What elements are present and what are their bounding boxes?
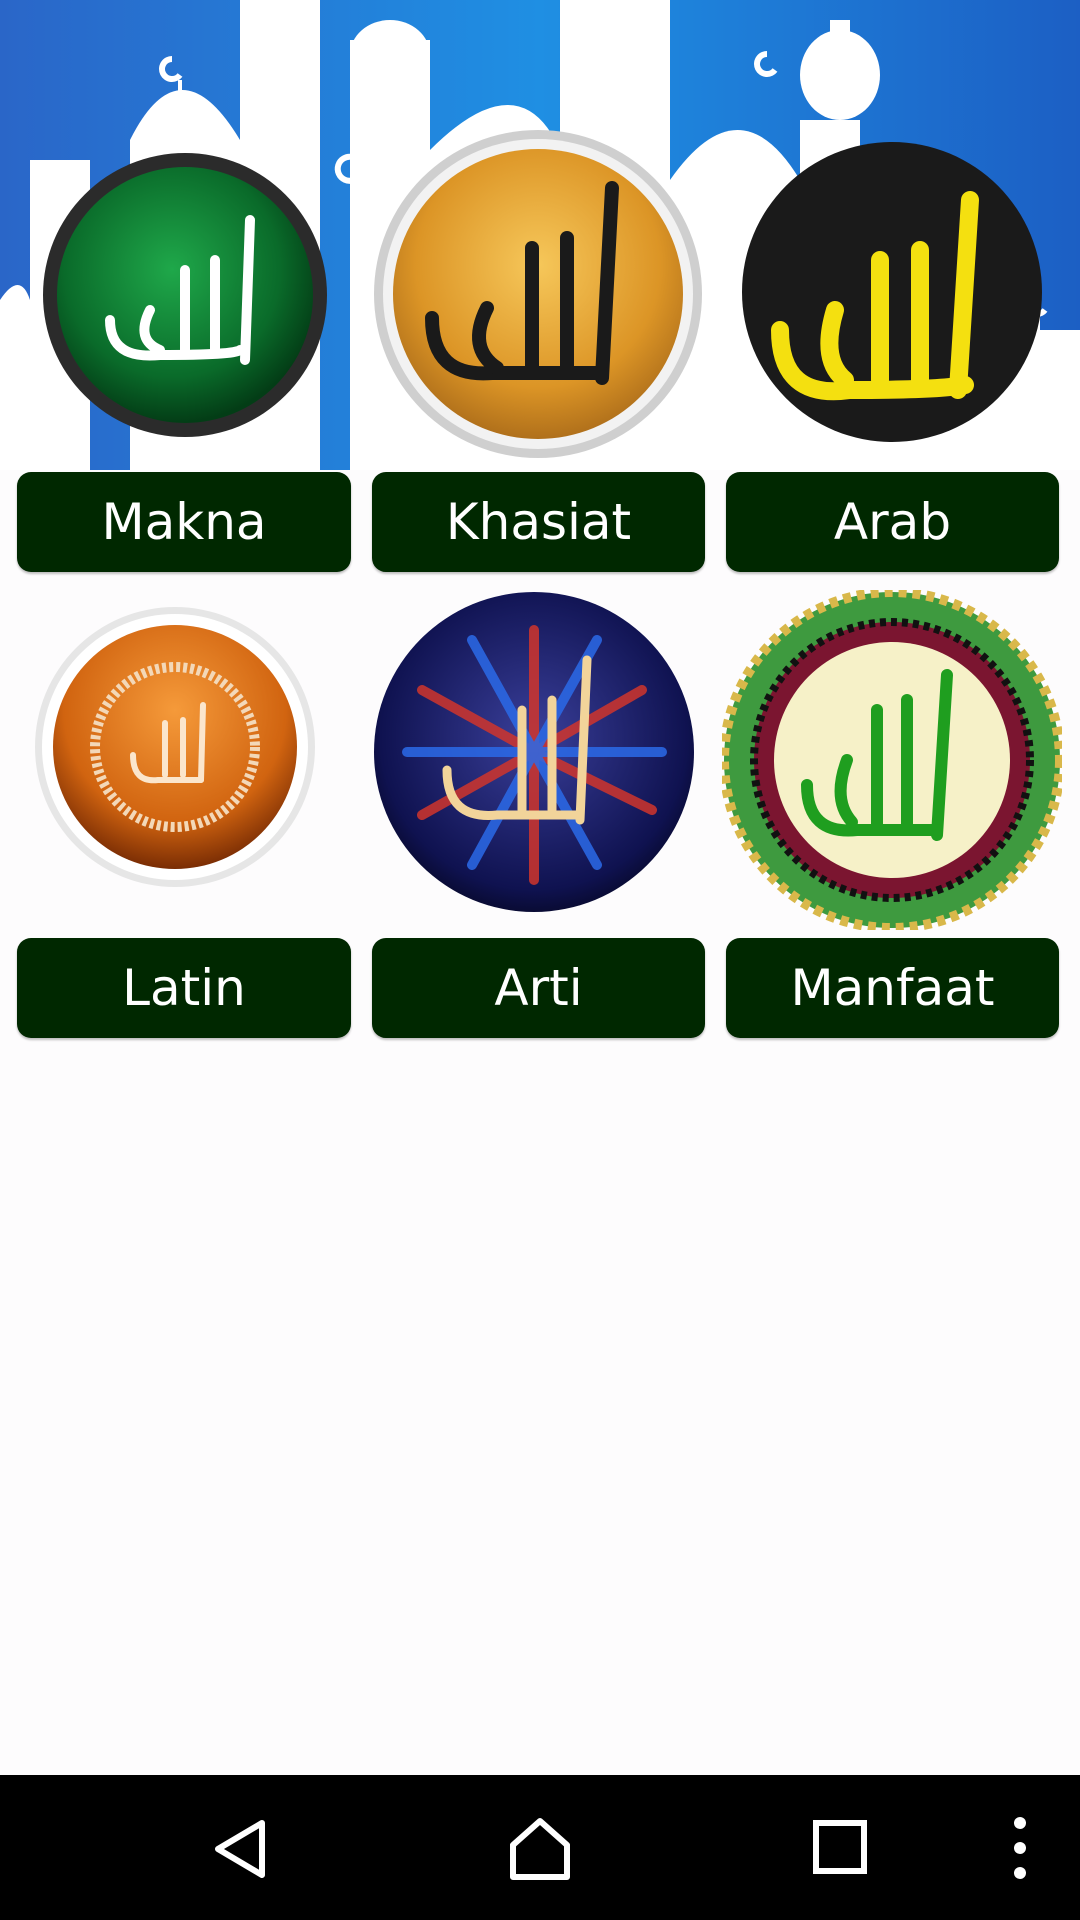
allah-starburst-medallion-icon[interactable] <box>372 590 697 915</box>
overflow-menu-icon[interactable] <box>1008 1815 1032 1881</box>
khasiat-button[interactable]: Khasiat <box>372 472 705 572</box>
allah-ornate-medallion-icon[interactable] <box>722 590 1062 930</box>
allah-gold-medallion-icon[interactable] <box>372 128 704 460</box>
manfaat-button[interactable]: Manfaat <box>726 938 1059 1038</box>
allah-orange-medallion-icon[interactable] <box>33 605 318 890</box>
allah-yellow-black-medallion-icon[interactable] <box>740 140 1045 445</box>
home-icon[interactable] <box>505 1815 575 1883</box>
navigation-bar <box>0 1775 1080 1920</box>
arti-button[interactable]: Arti <box>372 938 705 1038</box>
allah-green-medallion-icon[interactable] <box>40 150 330 440</box>
makna-button[interactable]: Makna <box>17 472 351 572</box>
back-icon[interactable] <box>210 1817 270 1881</box>
arab-button[interactable]: Arab <box>726 472 1059 572</box>
recents-icon[interactable] <box>812 1819 868 1875</box>
latin-button[interactable]: Latin <box>17 938 351 1038</box>
